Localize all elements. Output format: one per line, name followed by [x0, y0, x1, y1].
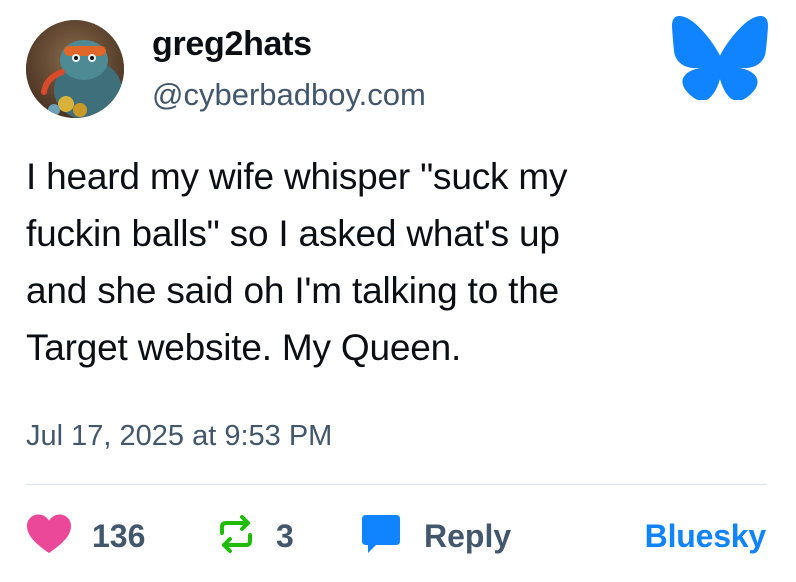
post-text: I heard my wife whisper "suck my fuckin … [26, 156, 568, 368]
speech-bubble-icon [360, 513, 402, 560]
avatar[interactable] [26, 20, 124, 118]
avatar-image [26, 20, 124, 118]
action-bar: 136 3 Reply Bluesky [26, 508, 766, 564]
user-handle[interactable]: @cyberbadboy.com [152, 76, 426, 114]
like-count: 136 [92, 517, 146, 554]
reply-button[interactable]: Reply [360, 508, 511, 564]
post-timestamp[interactable]: Jul 17, 2025 at 9:53 PM [26, 418, 332, 454]
post-card: greg2hats @cyberbadboy.com I heard my wi… [0, 0, 796, 582]
repost-count: 3 [276, 517, 294, 554]
repost-button[interactable]: 3 [216, 508, 294, 564]
like-button[interactable]: 136 [26, 508, 145, 564]
divider [26, 484, 766, 485]
repost-icon [216, 514, 256, 558]
reply-label: Reply [424, 517, 512, 554]
display-name[interactable]: greg2hats [152, 24, 312, 64]
bluesky-butterfly-icon[interactable] [672, 15, 768, 101]
heart-icon [26, 514, 72, 559]
bluesky-link[interactable]: Bluesky [645, 508, 767, 564]
